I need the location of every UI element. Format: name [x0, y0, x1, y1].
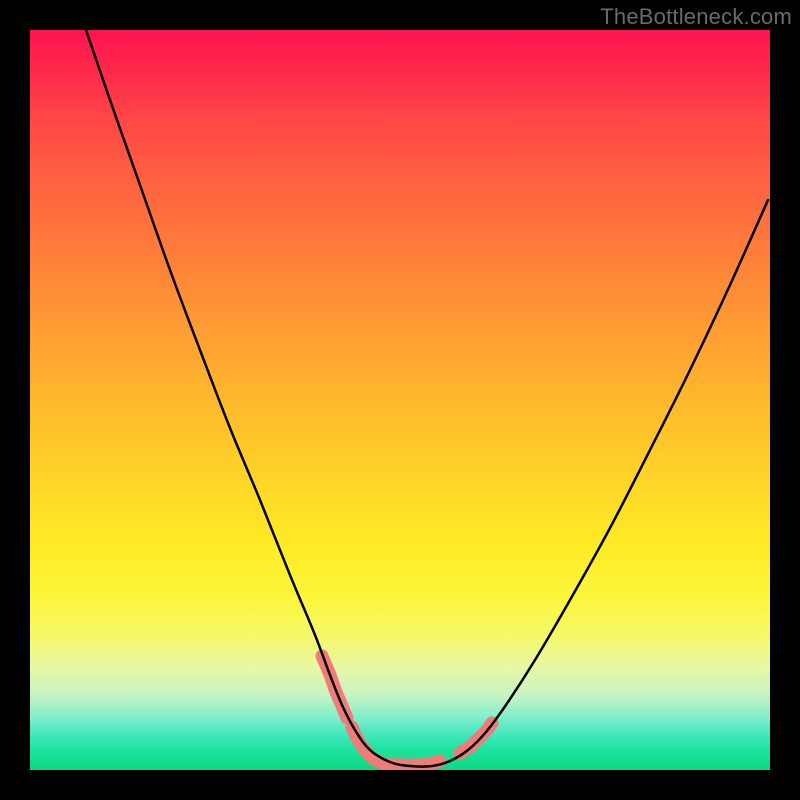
main-curve [86, 30, 768, 767]
chart-frame: TheBottleneck.com [0, 0, 800, 800]
trough-highlight [322, 656, 492, 765]
trough-highlight-segment [460, 723, 492, 753]
watermark-text: TheBottleneck.com [600, 4, 792, 30]
plot-area [30, 30, 770, 770]
curve-layer [30, 30, 770, 770]
